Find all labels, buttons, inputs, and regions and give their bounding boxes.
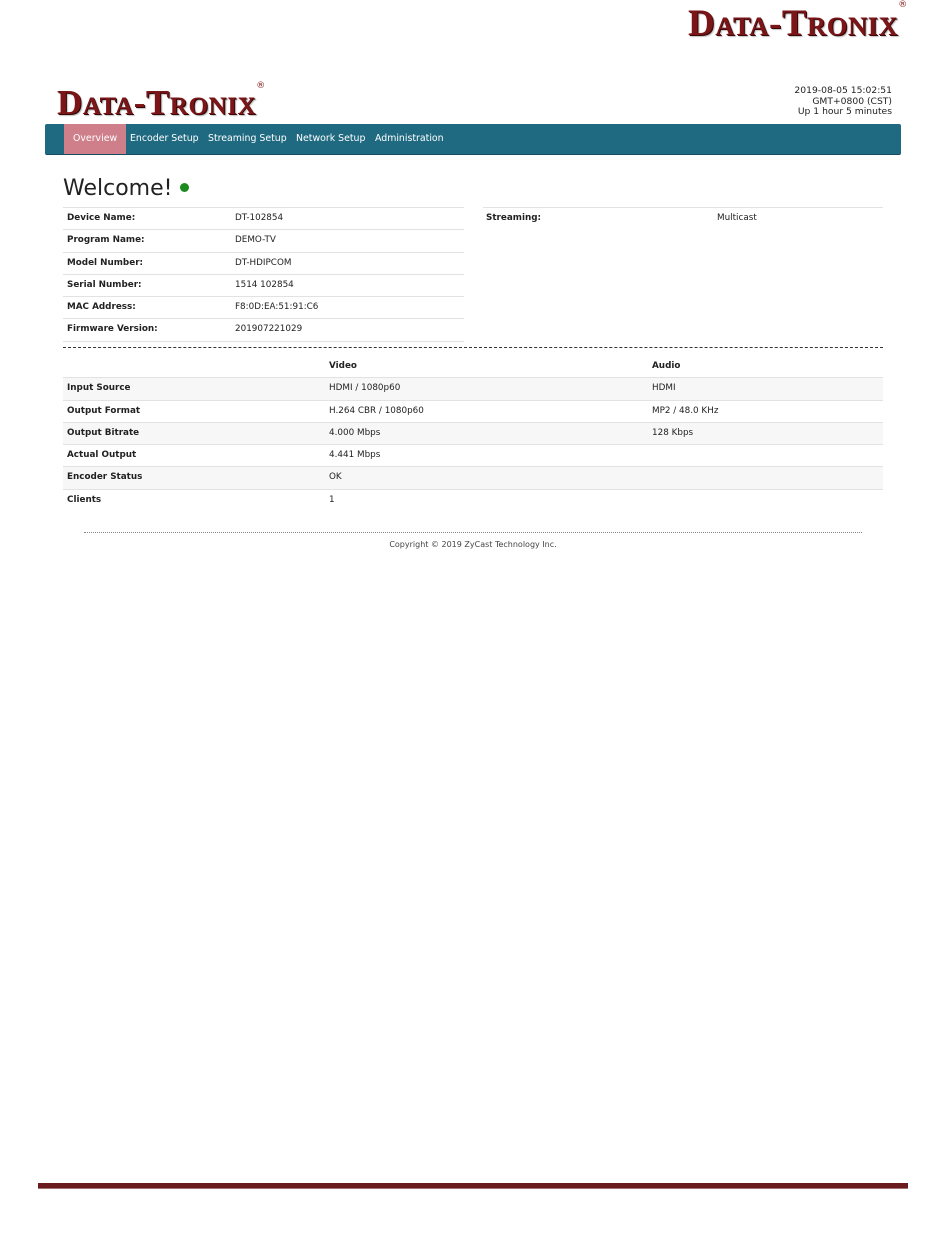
table-row: Encoder Status OK [63, 466, 883, 489]
program-name-value: DEMO-TV [235, 235, 276, 246]
serial-number-label: Serial Number: [67, 279, 142, 290]
encoder-stats-table: Video Audio Input Source HDMI / 1080p60 … [63, 356, 883, 511]
streaming-info-table: Streaming: Multicast [483, 207, 883, 229]
video-column-header: Video [329, 361, 357, 371]
status-uptime: Up 1 hour 5 minutes [797, 106, 892, 117]
table-row: Input Source HDMI / 1080p60 HDMI [63, 377, 883, 400]
mac-address-label: MAC Address: [67, 302, 136, 313]
device-name-label: Device Name: [67, 213, 136, 223]
table-row: Program Name: DEMO-TV [63, 229, 464, 251]
copyright-text: Copyright © 2019 ZyCast Technology Inc. [389, 540, 557, 549]
system-status: 2019-08-05 15:02:51 GMT+0800 (CST) Up 1 … [794, 85, 892, 118]
audio-column-header: Audio [652, 361, 681, 371]
table-header-row: Video Audio [63, 356, 883, 377]
footer-divider [84, 532, 862, 533]
streaming-value: Multicast [717, 213, 757, 223]
table-row: MAC Address: F8:0D:EA:51:91:C6 [63, 296, 464, 318]
nav-network-setup[interactable]: Network Setup [287, 124, 374, 154]
table-row: Output Bitrate 4.000 Mbps 128 Kbps [63, 421, 883, 445]
program-name-label: Program Name: [67, 235, 145, 246]
device-name-value: DT-102854 [235, 213, 284, 223]
page-title: Welcome! [63, 176, 190, 201]
table-row: Firmware Version: 201907221029 [63, 318, 464, 342]
table-row: Output Format H.264 CBR / 1080p60 MP2 / … [63, 399, 883, 422]
document-footer-rule [38, 1183, 908, 1189]
document-logo: DATA-TRONIX® [688, 0, 908, 44]
online-status-icon [180, 182, 190, 192]
model-number-value: DT-HDIPCOM [235, 257, 292, 268]
table-row: Streaming: Multicast [483, 207, 883, 229]
table-row: Clients 1 [63, 488, 883, 511]
nav-administration[interactable]: Administration [366, 124, 453, 154]
table-row: Serial Number: 1514 102854 [63, 273, 464, 296]
main-navbar: Overview Encoder Setup Streaming Setup N… [45, 124, 901, 155]
table-row: Model Number: DT-HDIPCOM [63, 251, 464, 274]
nav-overview[interactable]: Overview [64, 124, 127, 154]
mac-address-value: F8:0D:EA:51:91:C6 [235, 302, 319, 313]
app-logo: DATA-TRONIX® [57, 81, 266, 122]
firmware-version-label: Firmware Version: [67, 324, 158, 335]
firmware-version-value: 201907221029 [235, 324, 303, 335]
serial-number-value: 1514 102854 [235, 279, 294, 290]
nav-streaming-setup[interactable]: Streaming Setup [199, 124, 296, 154]
model-number-label: Model Number: [67, 257, 144, 268]
streaming-label: Streaming: [486, 213, 542, 223]
status-datetime: 2019-08-05 15:02:51 [794, 85, 892, 96]
table-row: Actual Output 4.441 Mbps [63, 444, 883, 466]
table-row: Device Name: DT-102854 [63, 207, 464, 229]
device-info-table: Device Name: DT-102854 Program Name: DEM… [63, 207, 464, 342]
nav-encoder-setup[interactable]: Encoder Setup [121, 124, 208, 154]
section-divider [63, 347, 883, 348]
